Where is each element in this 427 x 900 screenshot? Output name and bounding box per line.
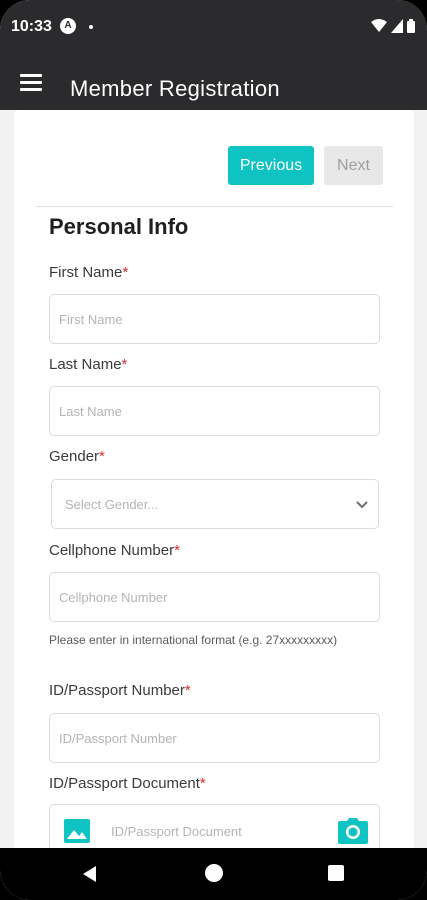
previous-button[interactable]: Previous xyxy=(228,146,314,185)
home-icon[interactable] xyxy=(205,864,223,882)
app-bar: Member Registration xyxy=(0,56,427,110)
gender-label-text: Gender xyxy=(49,448,100,465)
gender-placeholder: Select Gender... xyxy=(65,497,159,512)
required-marker: * xyxy=(199,775,206,792)
cellphone-label-text: Cellphone Number xyxy=(49,542,175,559)
camera-icon[interactable] xyxy=(338,818,368,844)
status-bar: 10:33 A xyxy=(0,0,427,56)
wifi-icon xyxy=(371,19,387,32)
first-name-label: First Name* xyxy=(49,264,128,281)
last-name-input[interactable]: Last Name xyxy=(49,386,380,436)
cellphone-label: Cellphone Number* xyxy=(49,542,180,559)
cellphone-input[interactable]: Cellphone Number xyxy=(49,572,380,622)
image-icon xyxy=(64,819,90,843)
notification-app-icon: A xyxy=(60,18,76,34)
next-button[interactable]: Next xyxy=(324,146,383,185)
id-number-placeholder: ID/Passport Number xyxy=(59,731,177,746)
cellphone-help-text: Please enter in international format (e.… xyxy=(49,633,338,647)
registration-card: Previous Next Personal Info First Name* … xyxy=(14,110,414,870)
id-number-label: ID/Passport Number* xyxy=(49,682,191,699)
phone-screen: 10:33 A Member Registration Previous Nex… xyxy=(0,0,427,900)
gender-label: Gender* xyxy=(49,448,105,465)
section-title: Personal Info xyxy=(49,214,189,239)
back-icon[interactable] xyxy=(80,864,100,884)
battery-icon xyxy=(407,19,415,33)
id-number-input[interactable]: ID/Passport Number xyxy=(49,713,380,763)
id-document-placeholder: ID/Passport Document xyxy=(111,824,242,839)
required-marker: * xyxy=(121,356,128,373)
gender-select[interactable]: Select Gender... xyxy=(51,479,379,529)
required-marker: * xyxy=(122,264,129,281)
last-name-label-text: Last Name xyxy=(49,356,122,373)
signal-icon xyxy=(391,19,403,33)
id-number-label-text: ID/Passport Number xyxy=(49,682,185,699)
hamburger-menu-icon[interactable] xyxy=(20,74,42,92)
required-marker: * xyxy=(174,542,180,559)
required-marker: * xyxy=(99,448,105,465)
last-name-placeholder: Last Name xyxy=(59,404,122,419)
id-document-label-text: ID/Passport Document xyxy=(49,775,200,792)
system-nav-bar xyxy=(0,848,427,900)
divider xyxy=(36,206,393,207)
recents-icon[interactable] xyxy=(328,865,344,881)
first-name-placeholder: First Name xyxy=(59,312,123,327)
first-name-input[interactable]: First Name xyxy=(49,294,380,344)
last-name-label: Last Name* xyxy=(49,356,127,373)
status-icons xyxy=(371,18,415,34)
cellphone-placeholder: Cellphone Number xyxy=(59,590,168,605)
first-name-label-text: First Name xyxy=(49,264,123,281)
notification-dot-icon xyxy=(89,25,93,29)
status-time: 10:33 xyxy=(11,18,52,35)
required-marker: * xyxy=(184,682,191,699)
app-title: Member Registration xyxy=(70,76,280,101)
id-document-label: ID/Passport Document* xyxy=(49,775,206,792)
chevron-down-icon xyxy=(356,501,368,509)
